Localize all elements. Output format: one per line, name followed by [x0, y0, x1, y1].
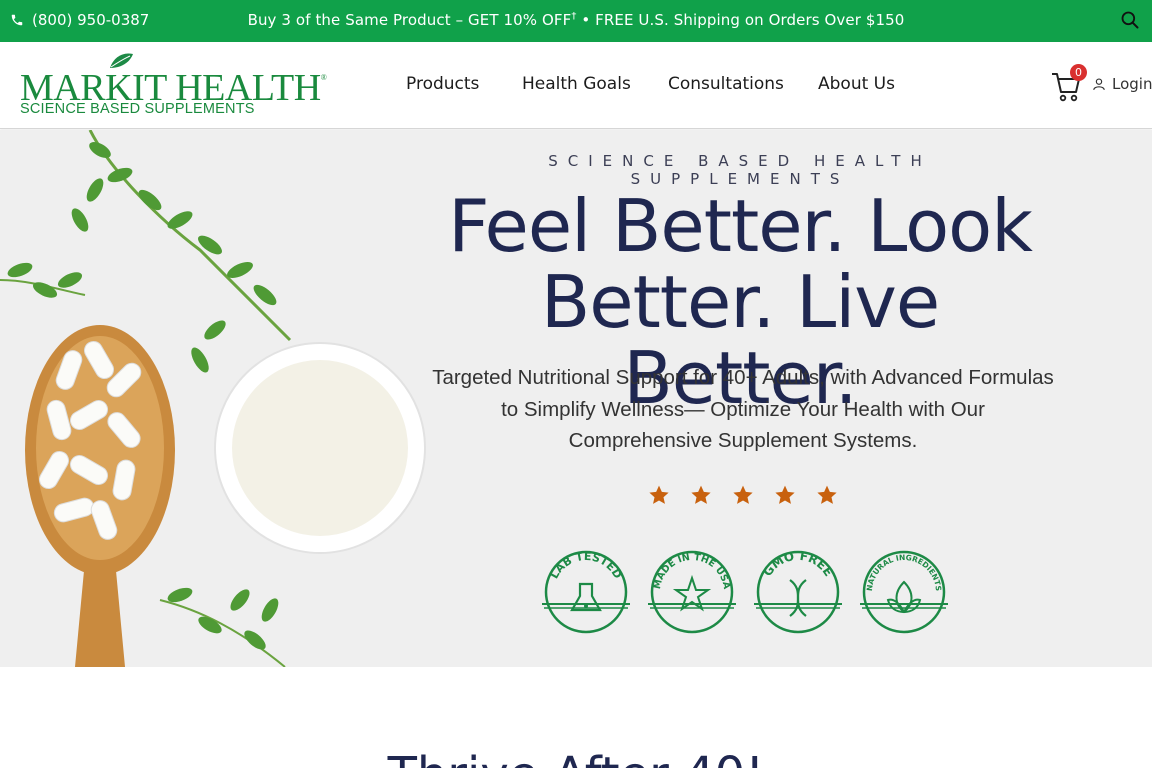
promo-shipping: FREE U.S. Shipping on Orders Over $150 [595, 11, 905, 29]
nav-products[interactable]: Products [406, 74, 479, 94]
made-in-usa-badge: MADE IN THE USA [648, 550, 736, 634]
logo-tagline: SCIENCE BASED SUPPLEMENTS [20, 101, 255, 117]
svg-text:MADE IN THE USA: MADE IN THE USA [652, 552, 732, 591]
promo-text: Buy 3 of the Same Product – GET 10% OFF†… [0, 11, 1152, 29]
lab-tested-badge: LAB TESTED [542, 550, 630, 634]
promo-offer: Buy 3 of the Same Product – GET 10% OFF [247, 11, 572, 29]
cart-count-badge: 0 [1070, 64, 1087, 81]
login-label[interactable]: Login [1112, 75, 1152, 93]
trust-badges: LAB TESTED MADE IN THE USA GMO FREE NATU… [540, 548, 950, 636]
cart-button[interactable]: 0 [1050, 64, 1087, 104]
svg-text:NATURAL INGREDIENTS: NATURAL INGREDIENTS [865, 553, 943, 592]
user-icon [1093, 78, 1105, 91]
promo-separator: • [581, 11, 591, 29]
dna-icon [789, 579, 807, 617]
badge-label: NATURAL INGREDIENTS [865, 553, 943, 592]
login-link[interactable]: Login [1092, 75, 1152, 93]
search-button[interactable] [1120, 10, 1140, 34]
nav-consultations[interactable]: Consultations [668, 74, 784, 94]
hero-image [0, 130, 426, 667]
gmo-free-badge: GMO FREE [754, 549, 842, 634]
hero-section: SCIENCE BASED HEALTH SUPPLEMENTS Feel Be… [0, 130, 1152, 667]
promo-bar: (800) 950-0387 Buy 3 of the Same Product… [0, 0, 1152, 42]
badge-label: LAB TESTED [548, 550, 625, 581]
star-icon [733, 485, 753, 504]
star-icon [775, 485, 795, 504]
hero-subtitle: Targeted Nutritional Support for 40+ Adu… [432, 366, 1054, 452]
flask-icon [570, 582, 602, 612]
badge-label: MADE IN THE USA [652, 552, 732, 591]
promo-dagger: † [571, 11, 577, 22]
star-icon [649, 485, 669, 504]
main-nav: Products Health Goals Consultations Abou… [0, 74, 1152, 98]
star-icon [691, 485, 711, 504]
nav-about-us[interactable]: About Us [818, 74, 895, 94]
star-rating [648, 484, 838, 506]
site-header: MARKIT HEALTH® SCIENCE BASED SUPPLEMENTS… [0, 42, 1152, 129]
headline-line-1: Feel Better. Look [448, 184, 1033, 268]
thrive-section: Thrive After 40! [0, 667, 1152, 768]
nav-health-goals[interactable]: Health Goals [522, 74, 631, 94]
powder-bowl [214, 342, 426, 554]
section-heading: Thrive After 40! [0, 747, 1152, 768]
hero-eyebrow: SCIENCE BASED HEALTH SUPPLEMENTS [548, 152, 932, 188]
svg-text:GMO FREE: GMO FREE [760, 549, 835, 579]
search-icon[interactable] [1120, 10, 1140, 30]
star-icon [817, 485, 837, 504]
svg-text:LAB TESTED: LAB TESTED [548, 550, 625, 581]
natural-ingredients-badge: NATURAL INGREDIENTS [860, 550, 948, 634]
badge-label: GMO FREE [760, 549, 835, 579]
